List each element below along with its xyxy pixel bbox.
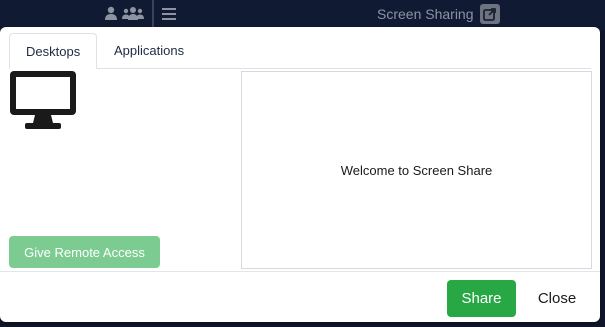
user-icon[interactable] [104,6,118,25]
screen-sharing-header: Screen Sharing [377,4,500,24]
footer-divider [0,271,600,272]
source-tabs: Desktops Applications [9,33,591,69]
desktop-monitor-icon[interactable] [9,70,77,135]
menu-icon[interactable] [162,7,176,26]
share-screen-icon[interactable] [479,4,500,24]
participants-icons[interactable] [104,6,144,25]
screen-share-modal: Desktops Applications Welcome to Screen … [0,27,600,322]
share-preview-panel: Welcome to Screen Share [241,71,592,269]
users-icon[interactable] [122,6,144,25]
preview-welcome-text: Welcome to Screen Share [340,162,493,178]
share-button[interactable]: Share [447,280,516,317]
tab-applications[interactable]: Applications [98,33,208,68]
tab-desktops[interactable]: Desktops [9,33,97,69]
top-bar: Screen Sharing [0,0,605,30]
screen-sharing-title: Screen Sharing [377,6,474,22]
close-button[interactable]: Close [526,280,588,317]
toolbar-divider [152,0,154,30]
give-remote-access-button[interactable]: Give Remote Access [9,236,160,268]
